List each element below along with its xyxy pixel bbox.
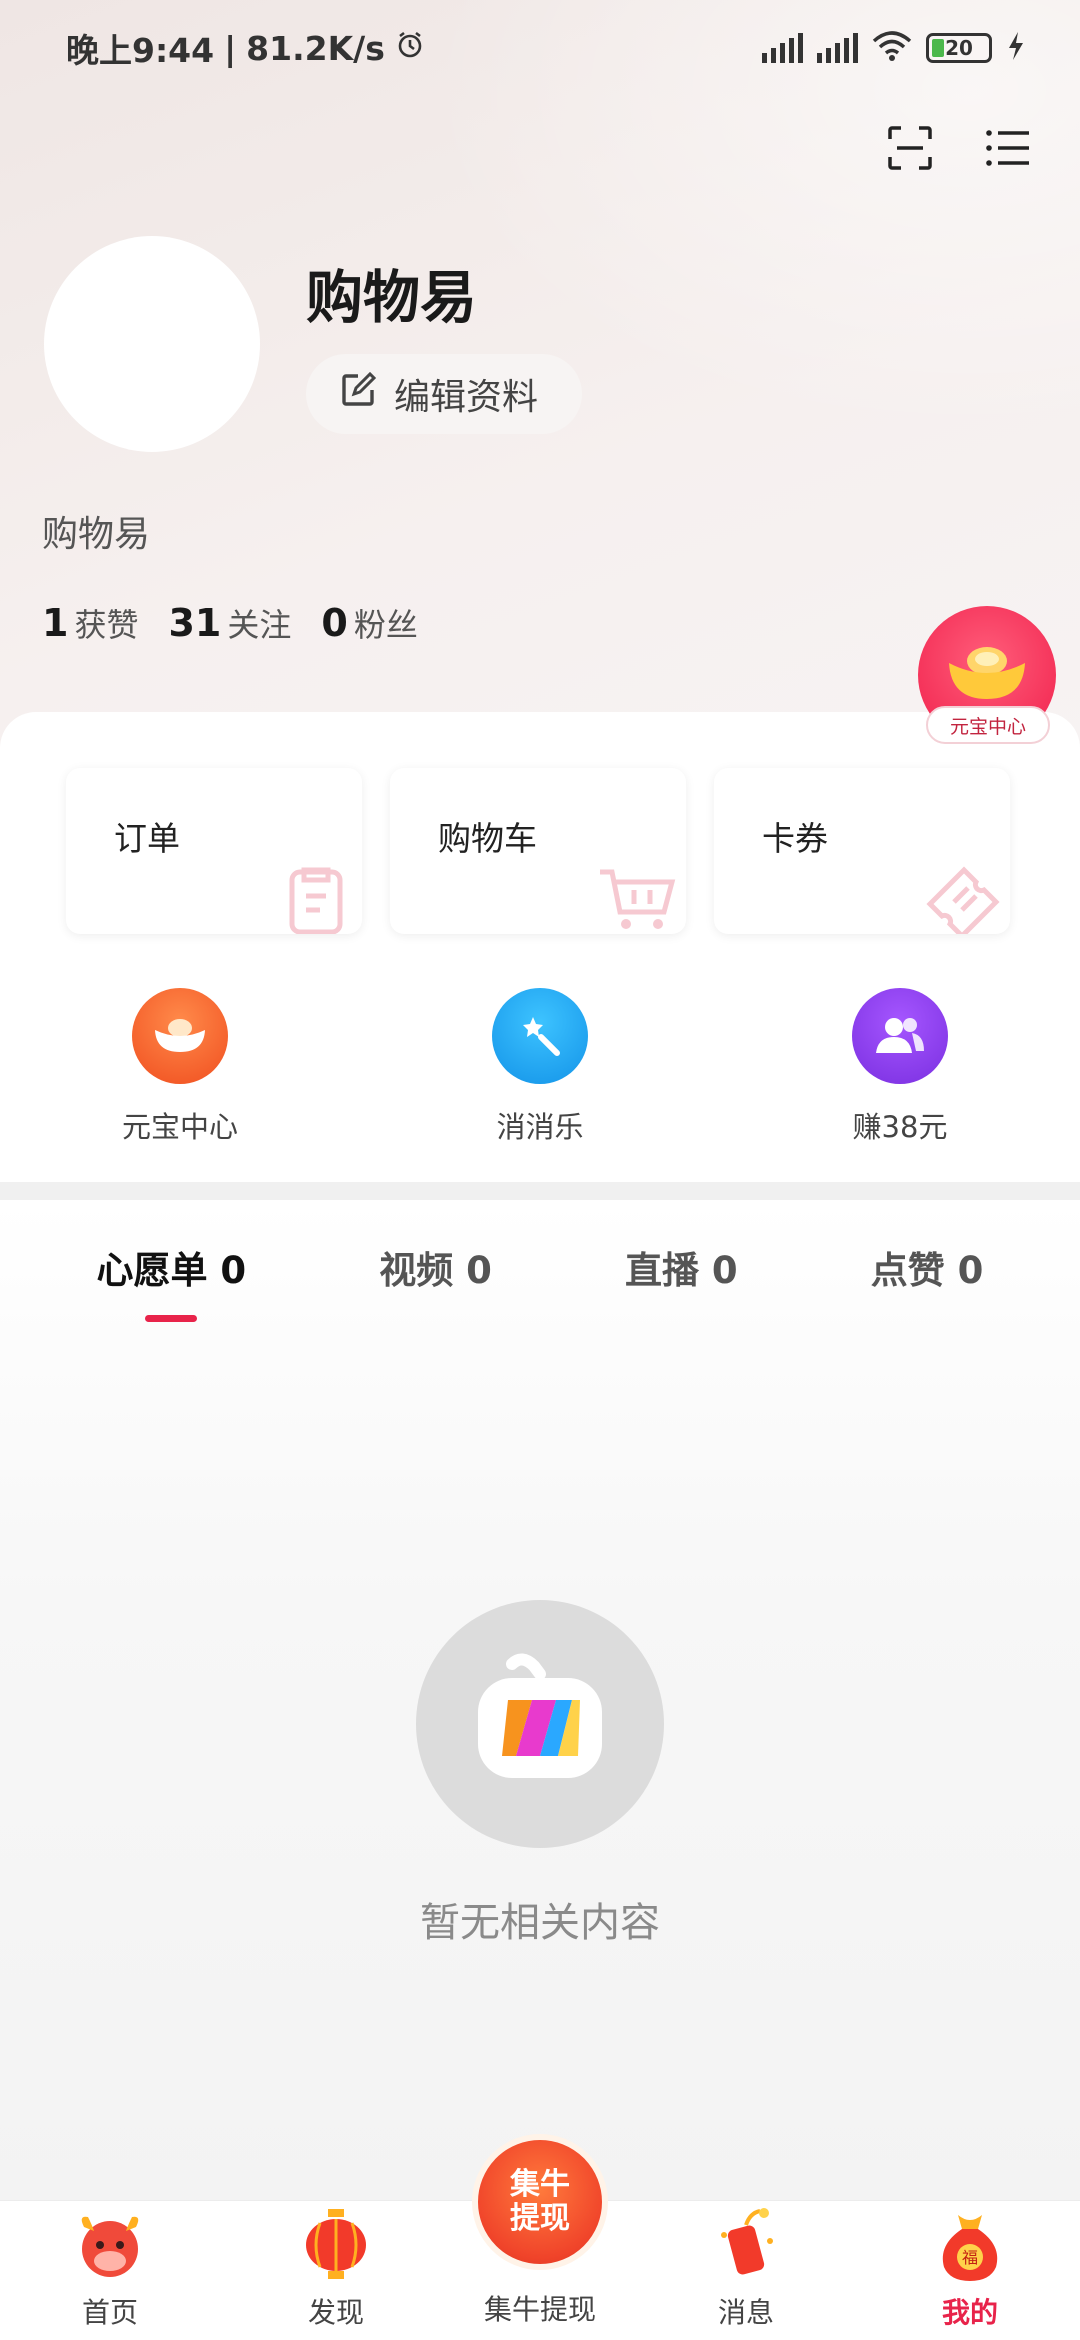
- nav-discover[interactable]: 发现: [256, 2201, 416, 2340]
- status-bar: 晚上9:44 | 81.2K/s 20: [0, 0, 1080, 96]
- tab-label: 点赞 0: [870, 1249, 984, 1292]
- tile-label: 购物车: [438, 819, 537, 858]
- shortcut-label: 元宝中心: [121, 1110, 238, 1144]
- main-card: 订单 购物车 卡券 元宝中心 消消乐 赚38元: [0, 712, 1080, 1182]
- tab-label: 视频 0: [379, 1249, 492, 1292]
- status-left: 晚上9:44 | 81.2K/s: [66, 24, 425, 72]
- network-speed: 81.2K/s: [246, 28, 385, 68]
- badge-line: 集牛: [510, 2167, 570, 2202]
- nav-label: 首页: [81, 2296, 138, 2329]
- profile-nickname: 购物易: [42, 514, 151, 555]
- stat-num: 0: [321, 601, 348, 645]
- stat-fans[interactable]: 0 粉丝: [321, 600, 417, 646]
- empty-state-illustration: [416, 1600, 664, 1848]
- stat-num: 31: [168, 601, 222, 645]
- stat-label: 关注: [227, 606, 292, 644]
- firecracker-icon: [706, 2205, 786, 2285]
- alarm-icon: [395, 29, 425, 68]
- lantern-icon: [296, 2205, 376, 2285]
- avatar[interactable]: [44, 236, 260, 452]
- tab-label: 心愿单 0: [96, 1249, 247, 1292]
- status-separator: |: [224, 28, 237, 68]
- cartoon-ox-icon: [70, 2205, 150, 2285]
- yuanbao-center-tag[interactable]: 元宝中心: [926, 706, 1050, 744]
- ingot-icon: [132, 988, 228, 1084]
- nav-label: 发现: [307, 2296, 364, 2329]
- magic-wand-icon: [492, 988, 588, 1084]
- tab-wishlist[interactable]: 心愿单 0: [77, 1240, 267, 1322]
- stat-label: 获赞: [74, 606, 139, 644]
- stat-likes[interactable]: 1 获赞: [42, 600, 138, 646]
- tile-cart[interactable]: 购物车: [390, 768, 686, 934]
- empty-state-text: 暂无相关内容: [420, 1900, 660, 1946]
- shortcut-earn-38[interactable]: 赚38元: [720, 988, 1080, 1146]
- nav-label: 我的: [941, 2296, 998, 2329]
- nav-label: 消息: [717, 2296, 774, 2329]
- active-tab-indicator: [145, 1315, 198, 1322]
- svg-text:福: 福: [962, 2248, 978, 2267]
- stat-following[interactable]: 31 关注: [168, 600, 291, 646]
- scan-icon[interactable]: [886, 124, 934, 172]
- nav-home[interactable]: 首页: [30, 2201, 190, 2340]
- edit-profile-button[interactable]: 编辑资料: [306, 354, 582, 434]
- tile-coupons[interactable]: 卡券: [714, 768, 1010, 934]
- users-icon: [852, 988, 948, 1084]
- tile-label: 订单: [114, 819, 180, 858]
- tile-label: 卡券: [762, 819, 828, 858]
- nav-mine[interactable]: 福 我的: [890, 2201, 1050, 2340]
- section-divider: [0, 1182, 1080, 1200]
- shortcut-row: 元宝中心 消消乐 赚38元: [0, 988, 1080, 1146]
- edit-profile-label: 编辑资料: [394, 377, 539, 418]
- battery-icon: 20: [926, 33, 992, 63]
- gold-ingot-icon: [945, 641, 1029, 709]
- tab-label: 直播 0: [625, 1249, 738, 1292]
- header-actions: [886, 124, 1032, 172]
- cell-signal-icon: [762, 33, 803, 63]
- content-tabs: 心愿单 0 视频 0 直播 0 点赞 0: [0, 1240, 1080, 1322]
- collect-cash-badge[interactable]: 集牛 提现: [472, 2134, 608, 2270]
- charging-icon: [1006, 31, 1026, 65]
- status-time: 晚上9:44: [66, 31, 215, 70]
- shortcut-yuanbao-center[interactable]: 元宝中心: [0, 988, 360, 1146]
- battery-level: 20: [945, 36, 973, 60]
- nav-messages[interactable]: 消息: [666, 2201, 826, 2340]
- fortune-bag-icon: 福: [930, 2205, 1010, 2285]
- edit-icon: [340, 371, 377, 417]
- tv-logo-icon: [472, 1652, 608, 1796]
- service-tiles: 订单 购物车 卡券: [66, 768, 1010, 934]
- shortcut-match-game[interactable]: 消消乐: [360, 988, 720, 1146]
- cart-icon: [596, 864, 676, 934]
- stat-num: 1: [42, 601, 69, 645]
- cell-signal-hd-icon: [817, 33, 858, 63]
- nav-label[interactable]: 集牛提现: [440, 2288, 640, 2328]
- tab-videos[interactable]: 视频 0: [359, 1240, 512, 1294]
- stat-label: 粉丝: [353, 606, 418, 644]
- content-area: 心愿单 0 视频 0 直播 0 点赞 0 暂无相关内容: [0, 1200, 1080, 2200]
- profile-username: 购物易: [306, 265, 477, 331]
- tab-live[interactable]: 直播 0: [605, 1240, 758, 1294]
- tile-orders[interactable]: 订单: [66, 768, 362, 934]
- tab-likes[interactable]: 点赞 0: [851, 1240, 1004, 1294]
- ticket-icon: [920, 864, 1000, 934]
- menu-icon[interactable]: [984, 124, 1032, 172]
- badge-line: 提现: [510, 2201, 570, 2236]
- order-list-icon: [282, 864, 352, 934]
- status-right: 20: [762, 31, 1026, 65]
- shortcut-label: 消消乐: [496, 1110, 584, 1144]
- wifi-icon: [872, 31, 912, 65]
- profile-stats: 1 获赞 31 关注 0 粉丝: [42, 600, 418, 646]
- shortcut-label: 赚38元: [852, 1110, 948, 1144]
